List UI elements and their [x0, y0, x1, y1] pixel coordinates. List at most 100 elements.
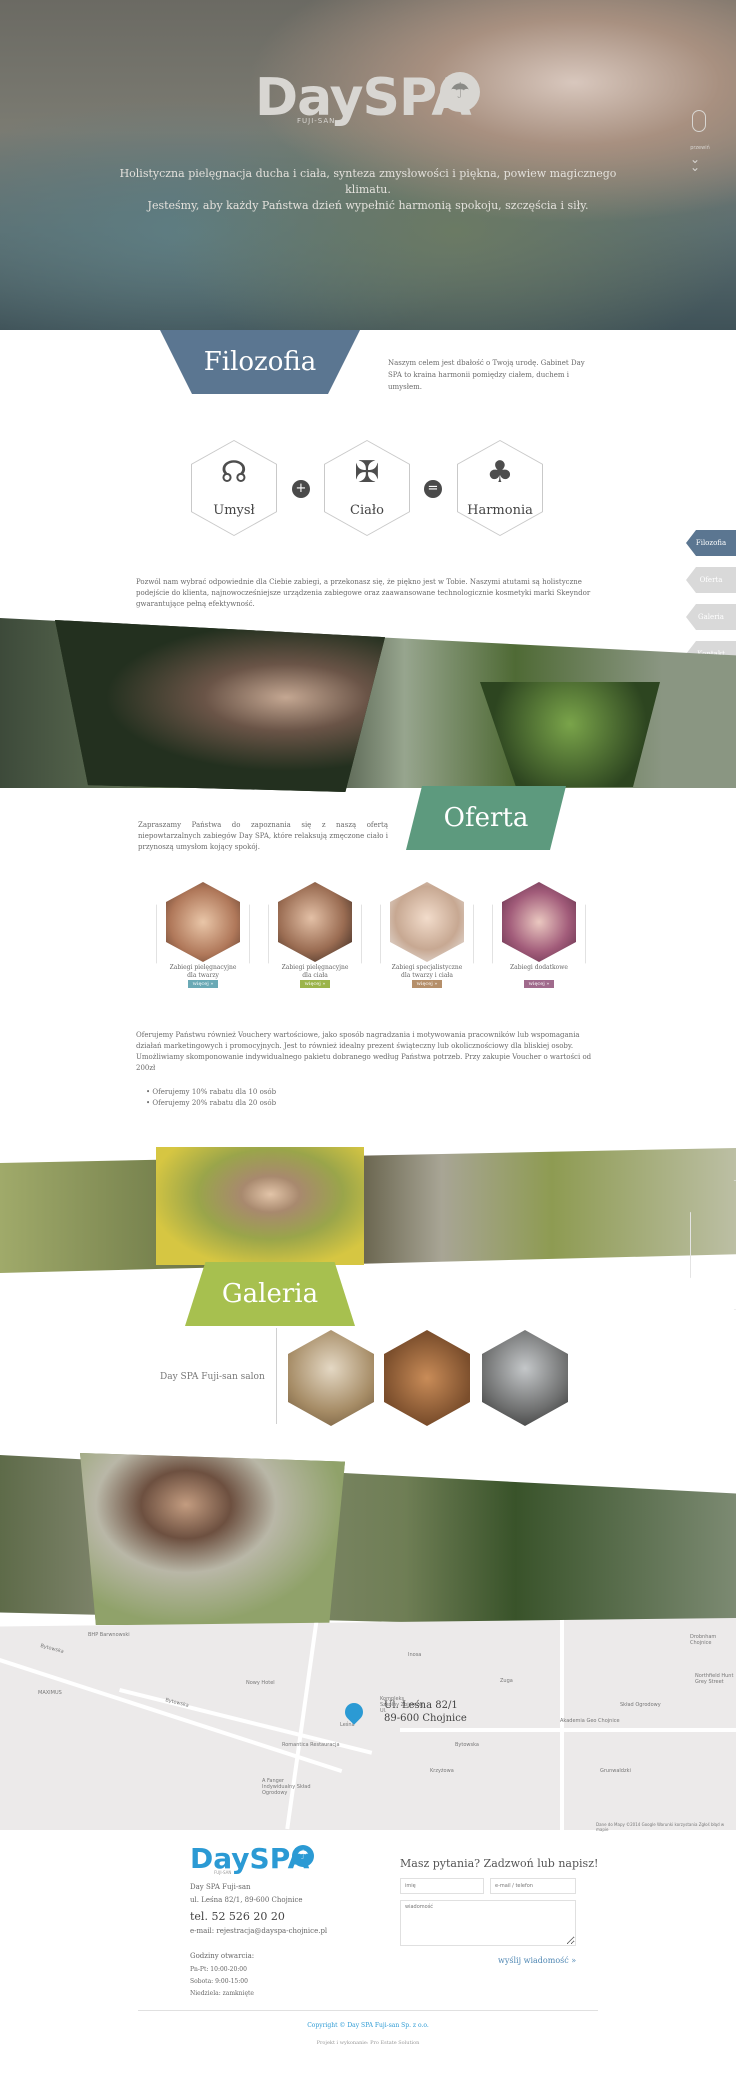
mouse-icon[interactable] [692, 110, 706, 132]
map-label: Zuga [500, 1678, 513, 1684]
offer-label: Zabiegi pielęgnacyjne dla ciała [268, 964, 362, 980]
voucher-text: Oferujemy Państwu również Vouchery warto… [136, 1031, 592, 1072]
offer-label-line-2: dla ciała [302, 972, 328, 979]
footer-copyright: Copyright © Day SPA Fuji-san Sp. z o.o. [307, 2022, 429, 2029]
map-label: Nowy Hotel [246, 1680, 275, 1686]
map-label: Bytowska [164, 1697, 190, 1709]
footer-hours-title: Godziny otwarcia: [190, 1952, 255, 1960]
gallery-thumb-1[interactable] [288, 1330, 374, 1426]
offer-label-line-1: Zabiegi specjalistyczne [391, 964, 463, 971]
map-label: Romantica Restauracja [282, 1742, 340, 1748]
offer-label-line-2: dla twarzy i ciała [401, 972, 453, 979]
map-label: Skład Ogrodowy [620, 1702, 661, 1708]
offer-label-line-2: dla twarzy [187, 972, 219, 979]
map-copyright[interactable]: Dane do Mapy ©2014 Google Warunki korzys… [596, 1822, 736, 1832]
footer-hours-item: Niedziela: zamknięte [190, 1990, 254, 1997]
offer-label: Zabiegi specjalistyczne dla twarzy i ciał… [380, 964, 474, 980]
offer-label: Zabiegi pielęgnacyjne dla twarzy [156, 964, 250, 980]
footer-phone[interactable]: tel. 52 526 20 20 [190, 1910, 285, 1923]
footer-address: ul. Leśna 82/1, 89-600 Chojnice [190, 1896, 303, 1904]
plus-icon: + [292, 480, 310, 498]
offer-card-specjalistyczne[interactable]: Zabiegi specjalistyczne dla twarzy i ciał… [380, 882, 474, 988]
offer-card-twarz[interactable]: Zabiegi pielęgnacyjne dla twarzy więcej » [156, 882, 250, 988]
contact-form-title: Masz pytania? Zadzwoń lub napisz! [400, 1857, 599, 1870]
map-label: Grunwaldzki [600, 1768, 631, 1774]
hero-tagline-line-1: Holistyczna pielęgnacja ducha i ciała, s… [119, 167, 617, 196]
filozofia-intro: Naszym celem jest dbałość o Twoją urodę.… [388, 359, 585, 391]
map-road [285, 1618, 319, 1830]
map[interactable]: BHP Barwnowski Bytowska Bytowska MAXIMUS… [0, 1618, 736, 1830]
map-address-line-2: 89-600 Chojnice [384, 1713, 467, 1724]
side-nav-oferta[interactable]: Oferta [686, 567, 736, 593]
map-label: Akademia Geo Chojnice [560, 1718, 620, 1724]
map-address-line-1: Ul. Leśna 82/1 [384, 1700, 458, 1711]
photo-woman-grass [80, 1453, 345, 1625]
map-label: Drobnham Chojnice [690, 1634, 717, 1646]
divider [276, 1328, 277, 1424]
gallery-label: Day SPA Fuji-san salon [160, 1372, 265, 1382]
hex-umysl-label: Umysł [213, 503, 255, 518]
offer-label: Zabiegi dodatkowe [492, 964, 586, 972]
bullet-text: Oferujemy 10% rabatu dla 10 osób [152, 1088, 277, 1096]
umbrella-icon: ☂ [292, 1845, 314, 1867]
section-title-galeria: Galeria [185, 1262, 355, 1326]
map-road [0, 1658, 343, 1774]
photo-band-2 [0, 1148, 736, 1273]
hero-tagline: Holistyczna pielęgnacja ducha i ciała, s… [110, 166, 626, 214]
footer-hours-item: Sobota: 9:00-15:00 [190, 1978, 248, 1985]
map-road [400, 1728, 736, 1732]
divider [138, 2010, 598, 2011]
message-field[interactable] [400, 1900, 576, 1946]
send-button[interactable]: wyślij wiadomość » [498, 1956, 576, 1965]
footer-company-name: Day SPA Fuji-san [190, 1883, 251, 1891]
list-item: • Oferujemy 20% rabatu dla 20 osób [146, 1099, 277, 1107]
page: DaySPA ☂ FUJI-SAN Holistyczna pielęgnacj… [0, 0, 736, 2085]
side-nav-galeria[interactable]: Galeria [686, 604, 736, 630]
gallery-thumb-2[interactable] [384, 1330, 470, 1426]
section-title-oferta: Oferta [406, 786, 566, 850]
offer-more-button[interactable]: więcej » [188, 980, 218, 988]
yoga-pose-icon: ✠ [354, 455, 380, 490]
offer-card-dodatkowe[interactable]: Zabiegi dodatkowe więcej » [492, 882, 586, 988]
bullet-text: Oferujemy 20% rabatu dla 20 osób [152, 1099, 277, 1107]
footer-email[interactable]: e-mail: rejestracja@dayspa-chojnice.pl [190, 1927, 327, 1935]
umbrella-icon: ☂ [440, 72, 480, 112]
gallery-thumb-3[interactable] [482, 1330, 568, 1426]
offer-more-button[interactable]: więcej » [412, 980, 442, 988]
photo-woman-meadow [156, 1147, 364, 1265]
scroll-label: przewiń [690, 145, 710, 151]
offer-more-button[interactable]: więcej » [300, 980, 330, 988]
offer-card-cialo[interactable]: Zabiegi pielęgnacyjne dla ciała więcej » [268, 882, 362, 988]
hero-tagline-line-2: Jesteśmy, aby każdy Państwa dzień wypełn… [147, 199, 589, 212]
hex-cialo-label: Ciało [350, 503, 384, 518]
side-nav-filozofia[interactable]: Filozofia [686, 530, 736, 556]
offer-label-line-1: Zabiegi pielęgnacyjne [281, 964, 349, 971]
bonsai-icon: ♣ [486, 455, 514, 490]
map-label: Northfield Hunt Grey Street [695, 1673, 734, 1685]
map-label: BHP Barwnowski [88, 1632, 130, 1638]
oferta-intro: Zapraszamy Państwa do zapoznania się z n… [138, 821, 388, 851]
hex-harmonia-label: Harmonia [467, 503, 533, 518]
hex-cialo: ✠ Ciało [324, 440, 410, 536]
email-field[interactable] [490, 1878, 576, 1894]
section-title-filozofia: Filozofia [160, 330, 360, 394]
offer-label-line-1: Zabiegi dodatkowe [510, 964, 568, 971]
hero-logo[interactable]: DaySPA [255, 68, 472, 128]
chevron-down-icon[interactable]: ⌄ ⌄ [690, 153, 700, 173]
hex-harmonia: ♣ Harmonia [457, 440, 543, 536]
hero-logo-sub: FUJI-SAN [297, 117, 336, 125]
offer-label-line-1: Zabiegi pielęgnacyjne [169, 964, 237, 971]
hero-background [0, 0, 736, 330]
list-item: • Oferujemy 10% rabatu dla 10 osób [146, 1088, 277, 1096]
brain-icon: ☊ [220, 455, 248, 490]
map-label: MAXIMUS [38, 1690, 62, 1696]
footer-logo-sub: FUJI-SAN [214, 1870, 232, 1875]
offer-more-button[interactable]: więcej » [524, 980, 554, 988]
footer-credit: Projekt i wykonanie: Pro Estate Solution [316, 2040, 420, 2046]
map-label: Krzyżowa [430, 1768, 454, 1774]
name-field[interactable] [400, 1878, 484, 1894]
filozofia-paragraph: Pozwól nam wybrać odpowiednie dla Ciebie… [136, 578, 591, 608]
map-label: A Fanger Indywidualny Skład Ogrodowy [262, 1778, 311, 1796]
map-label: Bytowska [455, 1742, 479, 1748]
map-label: Inosa [408, 1652, 422, 1658]
